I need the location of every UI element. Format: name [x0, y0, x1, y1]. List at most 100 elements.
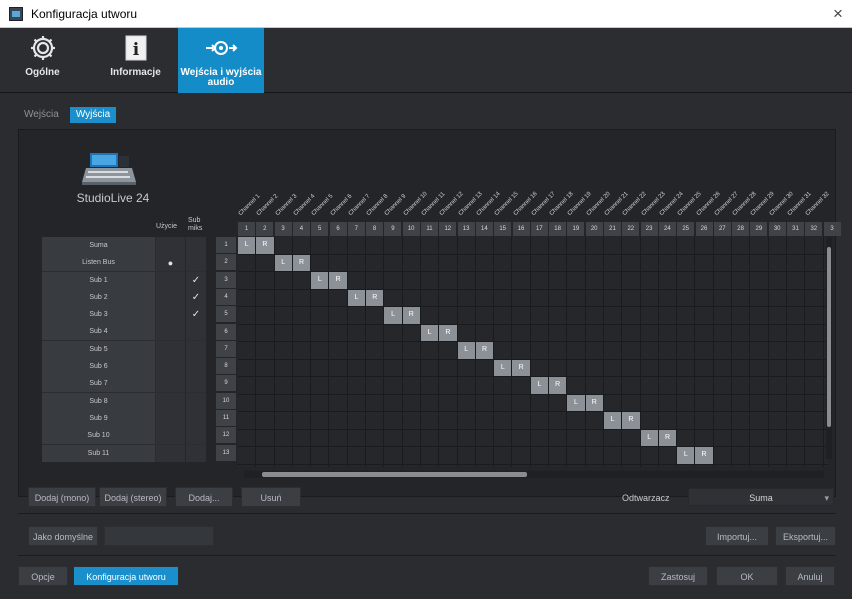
- matrix-cell[interactable]: [457, 447, 475, 464]
- add-stereo-button[interactable]: Dodaj (stereo): [99, 487, 167, 507]
- matrix-cell[interactable]: [292, 272, 311, 289]
- matrix-cell[interactable]: [420, 359, 439, 376]
- matrix-cell[interactable]: [329, 307, 347, 324]
- ok-button[interactable]: OK: [716, 566, 778, 586]
- usage-cell[interactable]: [156, 375, 186, 393]
- tab-information[interactable]: i Informacje: [93, 28, 178, 93]
- output-row[interactable]: Sub 10: [42, 427, 206, 445]
- matrix-cell[interactable]: [732, 447, 750, 464]
- output-row[interactable]: Sub 7: [42, 375, 206, 393]
- matrix-cell[interactable]: [585, 289, 603, 306]
- matrix-cell[interactable]: [329, 324, 347, 341]
- matrix-cell[interactable]: [530, 237, 549, 254]
- matrix-cell[interactable]: [695, 307, 713, 324]
- matrix-cell[interactable]: [549, 237, 567, 254]
- matrix-cell[interactable]: [384, 272, 402, 289]
- matrix-cell[interactable]: [640, 377, 658, 394]
- matrix-cell[interactable]: L: [311, 272, 329, 289]
- matrix-cell[interactable]: [750, 254, 768, 271]
- matrix-cell[interactable]: [420, 377, 439, 394]
- matrix-cell[interactable]: [622, 272, 640, 289]
- matrix-cell[interactable]: [420, 272, 439, 289]
- matrix-cell[interactable]: [567, 254, 585, 271]
- matrix-cell[interactable]: [805, 394, 823, 411]
- matrix-cell[interactable]: [640, 394, 658, 411]
- matrix-cell[interactable]: [658, 254, 677, 271]
- matrix-cell[interactable]: [732, 359, 750, 376]
- matrix-cell[interactable]: [384, 289, 402, 306]
- matrix-cell[interactable]: [494, 307, 512, 324]
- matrix-cell[interactable]: R: [658, 429, 677, 446]
- matrix-cell[interactable]: R: [549, 377, 567, 394]
- matrix-cell[interactable]: [585, 464, 603, 467]
- matrix-cell[interactable]: [732, 324, 750, 341]
- matrix-cell[interactable]: [640, 447, 658, 464]
- output-name[interactable]: Sub 10: [42, 427, 156, 445]
- matrix-cell[interactable]: [329, 237, 347, 254]
- matrix-cell[interactable]: [567, 324, 585, 341]
- matrix-cell[interactable]: [512, 272, 530, 289]
- matrix-cell[interactable]: [585, 447, 603, 464]
- submix-checkbox[interactable]: [186, 427, 206, 445]
- matrix-cell[interactable]: [366, 377, 384, 394]
- matrix-cell[interactable]: [677, 394, 695, 411]
- matrix-cell[interactable]: [768, 289, 786, 306]
- matrix-cell[interactable]: [786, 447, 805, 464]
- matrix-cell[interactable]: [805, 307, 823, 324]
- matrix-cell[interactable]: [530, 342, 549, 359]
- matrix-cell[interactable]: [512, 429, 530, 446]
- matrix-cell[interactable]: L: [567, 394, 585, 411]
- matrix-cell[interactable]: [366, 307, 384, 324]
- matrix-cell[interactable]: [238, 254, 256, 271]
- matrix-cell[interactable]: [713, 254, 732, 271]
- matrix-cell[interactable]: [311, 412, 329, 429]
- output-row[interactable]: Sub 3 ✓: [42, 306, 206, 324]
- add-mono-button[interactable]: Dodaj (mono): [28, 487, 96, 507]
- matrix-cell[interactable]: [640, 412, 658, 429]
- matrix-cell[interactable]: [347, 324, 366, 341]
- tab-general[interactable]: Ogólne: [0, 28, 85, 93]
- output-name[interactable]: Sub 4: [42, 323, 156, 341]
- usage-cell[interactable]: [156, 392, 186, 410]
- matrix-cell[interactable]: L: [640, 429, 658, 446]
- matrix-cell[interactable]: [347, 447, 366, 464]
- matrix-cell[interactable]: [530, 359, 549, 376]
- matrix-cell[interactable]: [420, 342, 439, 359]
- matrix-cell[interactable]: R: [439, 324, 457, 341]
- matrix-cell[interactable]: [549, 429, 567, 446]
- matrix-cell[interactable]: [494, 289, 512, 306]
- matrix-cell[interactable]: [786, 307, 805, 324]
- matrix-cell[interactable]: [402, 272, 420, 289]
- matrix-cell[interactable]: [329, 394, 347, 411]
- matrix-cell[interactable]: [603, 464, 622, 467]
- output-name[interactable]: Listen Bus: [42, 254, 156, 272]
- matrix-cell[interactable]: [677, 324, 695, 341]
- matrix-cell[interactable]: [256, 394, 274, 411]
- submix-checkbox[interactable]: [186, 392, 206, 410]
- matrix-cell[interactable]: [786, 429, 805, 446]
- matrix-cell[interactable]: [658, 464, 677, 467]
- matrix-cell[interactable]: [512, 324, 530, 341]
- close-icon[interactable]: ×: [824, 0, 852, 27]
- matrix-cell[interactable]: R: [292, 254, 311, 271]
- matrix-cell[interactable]: [713, 429, 732, 446]
- matrix-cell[interactable]: [311, 447, 329, 464]
- matrix-cell[interactable]: [567, 289, 585, 306]
- set-default-button[interactable]: Jako domyślne: [28, 526, 98, 546]
- tab-inputs[interactable]: Wejścia: [18, 107, 65, 123]
- matrix-cell[interactable]: [768, 447, 786, 464]
- matrix-cell[interactable]: [732, 342, 750, 359]
- matrix-cell[interactable]: [256, 429, 274, 446]
- matrix-cell[interactable]: [420, 237, 439, 254]
- matrix-cell[interactable]: [805, 342, 823, 359]
- matrix-cell[interactable]: [311, 429, 329, 446]
- matrix-cell[interactable]: [292, 394, 311, 411]
- matrix-cell[interactable]: [512, 394, 530, 411]
- matrix-cell[interactable]: [494, 324, 512, 341]
- matrix-cell[interactable]: [311, 464, 329, 467]
- matrix-cell[interactable]: [768, 412, 786, 429]
- output-name[interactable]: Sub 11: [42, 444, 156, 462]
- matrix-cell[interactable]: [420, 447, 439, 464]
- matrix-cell[interactable]: [585, 307, 603, 324]
- matrix-cell[interactable]: [549, 464, 567, 467]
